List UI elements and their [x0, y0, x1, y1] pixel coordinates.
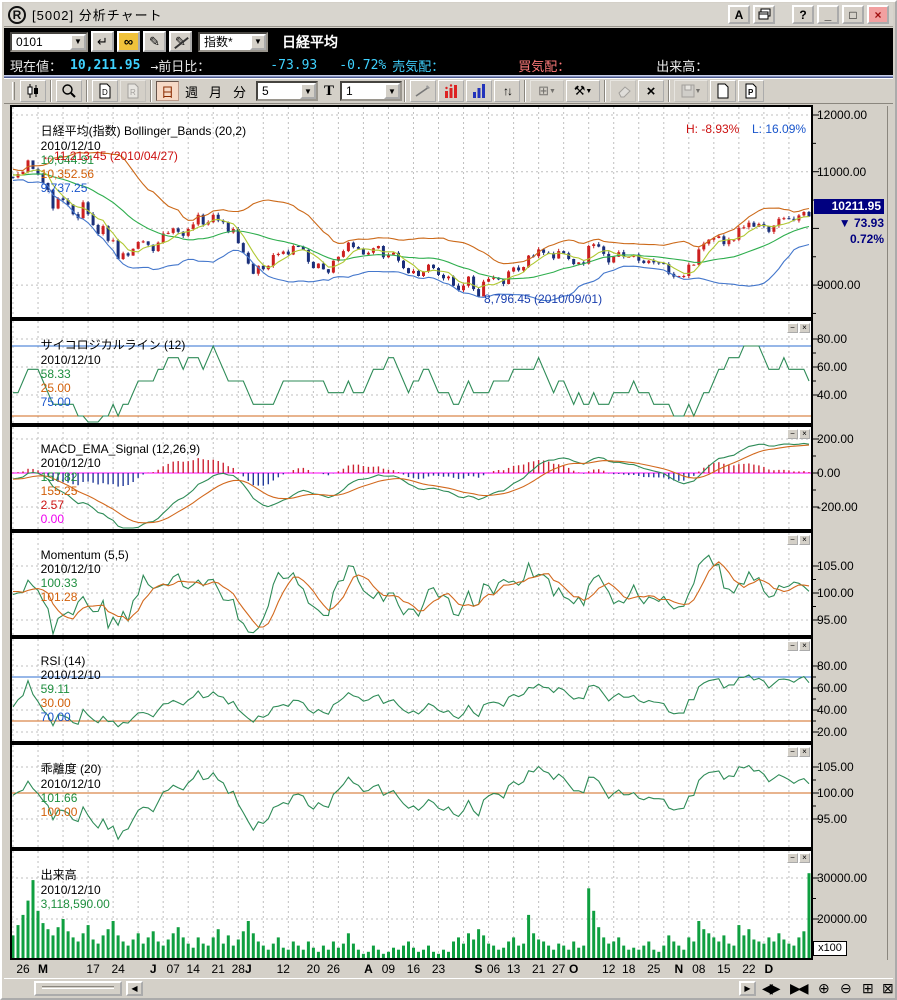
horizontal-scrollbar[interactable]: ◀ ▶ ◀▶ ▶◀ ⊕ ⊖ ⊞ ⊠	[4, 978, 893, 998]
scrollbar-thumb[interactable]	[34, 981, 122, 996]
panel-minimize-button[interactable]: −	[787, 747, 798, 757]
right-arrow-icon: ▶	[744, 984, 750, 993]
panel-close-button[interactable]: ×	[799, 747, 810, 757]
panel-minimize-button[interactable]: −	[787, 429, 798, 439]
tile-windows-button[interactable]: ⊞	[862, 980, 874, 997]
panel-close-button[interactable]: ×	[799, 853, 810, 863]
panel-close-button[interactable]: ×	[799, 535, 810, 545]
collapse-icon: ▶◀	[790, 980, 806, 996]
zoom-out-button[interactable]: ⊖	[840, 980, 852, 997]
expand-icon: ◀▶	[762, 980, 778, 996]
scroll-right-button[interactable]: ▶	[739, 981, 756, 996]
right-scrollbar[interactable]	[887, 106, 896, 960]
panel-minimize-button[interactable]: −	[787, 323, 798, 333]
expand-bars-button[interactable]: ◀▶	[762, 980, 778, 997]
close-panel-button[interactable]: ⊠	[882, 980, 894, 997]
scroll-left-button[interactable]: ◀	[126, 981, 143, 996]
panel-minimize-button[interactable]: −	[787, 853, 798, 863]
panel-minimize-button[interactable]: −	[787, 641, 798, 651]
zoom-in-icon: ⊕	[818, 980, 830, 996]
close-box-icon: ⊠	[882, 980, 894, 996]
zoom-in-button[interactable]: ⊕	[818, 980, 830, 997]
left-arrow-icon: ◀	[131, 984, 137, 993]
chart-region[interactable]: 日経平均(指数) Bollinger_Bands (20,2) 2010/12/…	[2, 104, 897, 1000]
chart-canvas[interactable]	[2, 2, 897, 1000]
panel-close-button[interactable]: ×	[799, 323, 810, 333]
panel-close-button[interactable]: ×	[799, 641, 810, 651]
panel-close-button[interactable]: ×	[799, 429, 810, 439]
zoom-out-icon: ⊖	[840, 980, 852, 996]
tile-icon: ⊞	[862, 980, 874, 996]
panel-minimize-button[interactable]: −	[787, 535, 798, 545]
compress-bars-button[interactable]: ▶◀	[790, 980, 806, 997]
analysis-chart-window: R [5002] 分析チャート A ? _ □ × 0101 ▼ ↵ ∞ ✎ ✎…	[0, 0, 897, 1000]
